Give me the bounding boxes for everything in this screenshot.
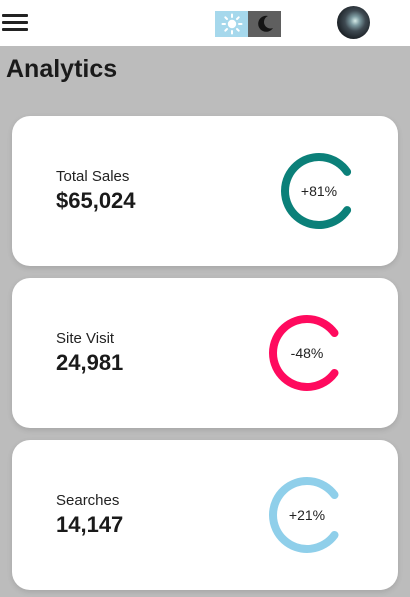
card-value: $65,024 — [56, 188, 136, 213]
theme-toggle[interactable] — [215, 11, 281, 37]
progress-ring: +21% — [269, 477, 339, 553]
user-avatar[interactable] — [337, 6, 370, 39]
percent-change: +81% — [301, 183, 337, 199]
card-label: Total Sales — [56, 168, 130, 185]
menu-line — [2, 21, 28, 24]
sun-icon — [221, 13, 242, 35]
light-mode-button[interactable] — [215, 11, 248, 37]
total-sales-card: Total Sales $65,024 +81% — [12, 116, 398, 266]
card-label: Searches — [56, 492, 120, 509]
menu-line — [2, 14, 28, 17]
hamburger-menu-icon[interactable] — [2, 13, 28, 33]
card-label: Site Visit — [56, 330, 115, 347]
searches-card: Searches 14,147 +21% — [12, 440, 398, 590]
site-visit-card: Site Visit 24,981 -48% — [12, 278, 398, 428]
dark-mode-button[interactable] — [248, 11, 281, 37]
top-bar — [0, 0, 410, 46]
percent-change: +21% — [289, 507, 325, 523]
page-title: Analytics — [6, 55, 118, 83]
percent-change: -48% — [291, 345, 324, 361]
card-value: 14,147 — [56, 512, 124, 537]
moon-icon — [257, 15, 273, 32]
progress-ring: -48% — [269, 315, 339, 391]
card-value: 24,981 — [56, 350, 124, 375]
menu-line — [2, 28, 28, 31]
progress-ring: +81% — [281, 153, 352, 229]
